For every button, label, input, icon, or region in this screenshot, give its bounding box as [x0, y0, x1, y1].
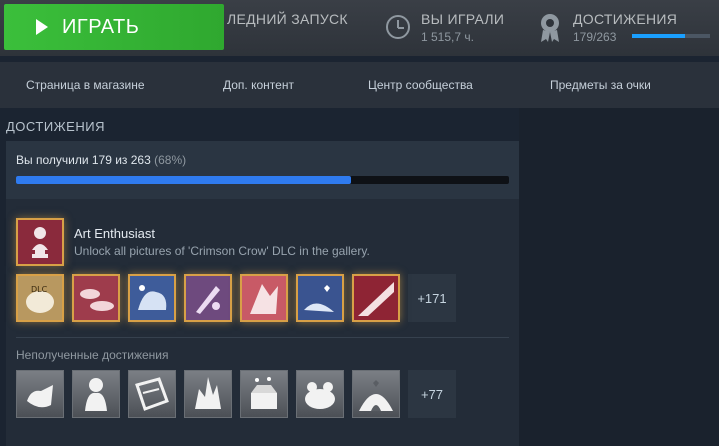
game-nav: Страница в магазине Доп. контент Центр с…	[0, 62, 719, 108]
heart-hand-icon[interactable]	[296, 274, 344, 322]
clock-icon	[386, 15, 410, 39]
heart-cave-icon[interactable]	[352, 370, 400, 418]
svg-text:DLC: DLC	[31, 285, 48, 294]
fire-icon[interactable]	[184, 370, 232, 418]
achievements-mini-progress-fill	[632, 34, 686, 38]
unlocked-achievements-row: DLC +171	[16, 274, 456, 322]
dlc-chest-icon[interactable]: DLC	[16, 274, 64, 322]
progress-text: Вы получили 179 из 263 (68%)	[16, 153, 186, 167]
nav-points-shop[interactable]: Предметы за очки	[550, 78, 651, 92]
ghost-figure-icon[interactable]	[72, 370, 120, 418]
achievement-medal-icon	[541, 14, 559, 42]
crimson-frame-icon[interactable]	[352, 274, 400, 322]
featured-achievement-description: Unlock all pictures of 'Crimson Crow' DL…	[74, 244, 370, 258]
played-label: ВЫ ИГРАЛИ	[421, 11, 505, 27]
play-icon	[36, 19, 48, 35]
play-button[interactable]: ИГРАТЬ	[4, 4, 224, 50]
play-button-label: ИГРАТЬ	[62, 15, 140, 38]
played-value: 1 515,7 ч.	[421, 30, 474, 44]
bust-statue-icon	[18, 220, 62, 264]
achievements-label: ДОСТИЖЕНИЯ	[573, 11, 678, 27]
progress-track	[16, 176, 509, 184]
featured-achievement-name: Art Enthusiast	[74, 226, 155, 241]
nav-dlc[interactable]: Доп. контент	[223, 78, 294, 92]
locked-achievements-row: +77	[16, 370, 456, 418]
achievements-mini-progress	[632, 34, 710, 38]
featured-achievement-icon[interactable]	[16, 218, 64, 266]
top-bar: ИГРАТЬ ЛЕДНИЙ ЗАПУСК ВЫ ИГРАЛИ 1 515,7 ч…	[0, 0, 719, 56]
progress-percent: (68%)	[154, 153, 187, 167]
clouds-icon[interactable]	[72, 274, 120, 322]
achievements-count: 179/263	[573, 30, 617, 44]
last-launch-label: ЛЕДНИЙ ЗАПУСК	[227, 11, 348, 27]
blue-plush-icon[interactable]	[128, 274, 176, 322]
broken-frame-icon[interactable]	[128, 370, 176, 418]
open-hand-icon[interactable]	[16, 370, 64, 418]
section-title: ДОСТИЖЕНИЯ	[6, 119, 105, 134]
frog-icon[interactable]	[296, 370, 344, 418]
gift-box-icon[interactable]	[240, 370, 288, 418]
progress-count-text: Вы получили 179 из 263	[16, 153, 151, 167]
paintbrush-icon[interactable]	[184, 274, 232, 322]
nav-store-page[interactable]: Страница в магазине	[26, 78, 145, 92]
right-column-background	[519, 108, 719, 446]
more-unlocked-button[interactable]: +171	[408, 274, 456, 322]
more-locked-button[interactable]: +77	[408, 370, 456, 418]
character-art-icon[interactable]	[240, 274, 288, 322]
divider	[16, 337, 509, 338]
progress-fill	[16, 176, 352, 184]
achievements-progress-box[interactable]: Вы получили 179 из 263 (68%)	[6, 141, 519, 199]
locked-achievements-title: Неполученные достижения	[16, 348, 169, 362]
nav-community-hub[interactable]: Центр сообщества	[368, 78, 473, 92]
